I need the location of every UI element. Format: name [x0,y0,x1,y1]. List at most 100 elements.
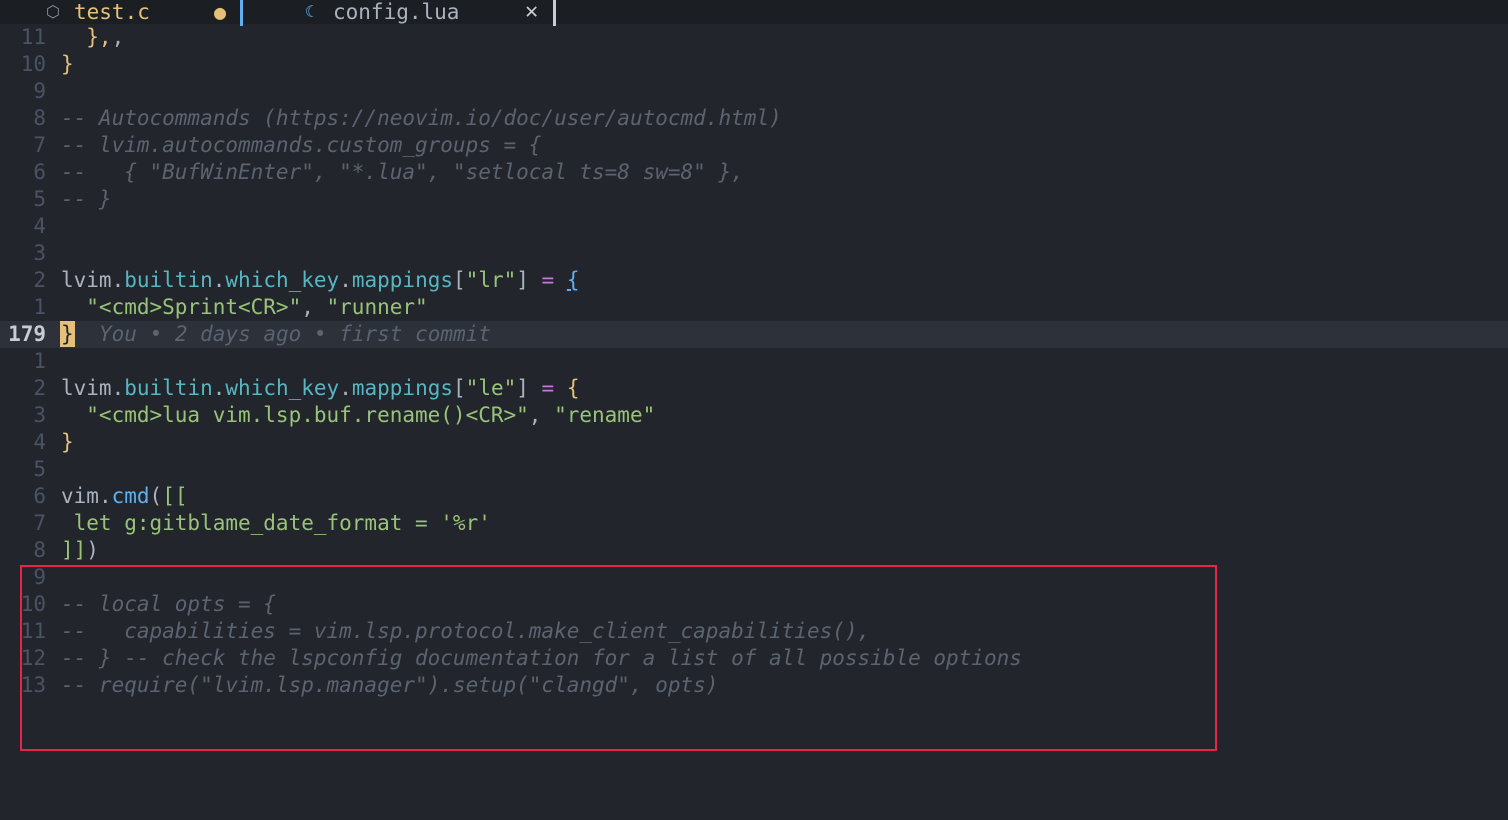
code-line[interactable]: 6 vim.cmd([[ [0,483,1508,510]
code-line[interactable]: 7 -- lvim.autocommands.custom_groups = { [0,132,1508,159]
code-token: [ [453,376,466,400]
tab-test-c[interactable]: ⬡ test.c ● [0,0,245,26]
code-line[interactable]: 13 -- require("lvim.lsp.manager").setup("… [0,672,1508,699]
code-token: -- } [61,187,112,211]
code-line[interactable]: 1 [0,348,1508,375]
code-token: builtin [124,268,213,292]
code-line[interactable]: 4 [0,213,1508,240]
code-token: . [212,268,226,292]
code-token: . [212,376,226,400]
code-token: = [541,376,555,400]
line-number: 7 [33,133,46,157]
code-line[interactable]: 8]]) [0,537,1508,564]
code-line[interactable]: 11 -- capabilities = vim.lsp.protocol.mak… [0,618,1508,645]
code-token: ] [516,268,542,292]
line-number: 9 [33,565,46,589]
code-token: which_key [225,376,340,400]
line-number: 5 [33,457,46,481]
code-line[interactable]: 2 lvim.builtin.which_key.mappings["lr"] =… [0,267,1508,294]
code-line[interactable]: 9 [0,564,1508,591]
code-token: { [566,268,580,292]
code-token: . [111,376,125,400]
code-line[interactable]: 3 "<cmd>lua vim.lsp.buf.rename()<CR>", "… [0,402,1508,429]
code-line[interactable]: 12 -- } -- check the lspconfig documentat… [0,645,1508,672]
tab-bar: ⬡ test.c ● ☾ config.lua ✕ [0,0,1508,26]
close-icon[interactable]: ✕ [525,0,538,24]
line-number: 1 [33,295,46,319]
code-token: vim [61,484,99,508]
code-token: }, [61,25,112,49]
code-token: "<cmd>lua vim.lsp.buf.rename()<CR>" [61,403,529,427]
c-file-icon: ⬡ [46,2,60,21]
line-number: 6 [33,160,46,184]
tab-label: test.c [74,0,150,24]
line-number: 6 [33,484,46,508]
code-token: [[ [162,484,188,508]
line-content: },, [61,24,124,51]
code-token: -- } -- check the lspconfig documentatio… [61,646,1022,670]
line-content: -- require("lvim.lsp.manager").setup("cl… [61,672,718,699]
code-line[interactable]: 1 "<cmd>Sprint<CR>", "runner" [0,294,1508,321]
line-number: 9 [33,79,46,103]
line-content: -- capabilities = vim.lsp.protocol.make_… [61,618,870,645]
line-content: -- { "BufWinEnter", "*.lua", "setlocal t… [61,159,744,186]
code-line[interactable]: 10} [0,51,1508,78]
code-token: { [566,376,580,400]
line-content: ]]) [61,537,99,564]
code-token: . [339,376,352,400]
line-number: 2 [33,376,46,400]
code-line[interactable]: 6 -- { "BufWinEnter", "*.lua", "setlocal … [0,159,1508,186]
code-line[interactable]: 2 lvim.builtin.which_key.mappings["le"] =… [0,375,1508,402]
code-line[interactable]: 3 [0,240,1508,267]
tab-config-lua[interactable]: ☾ config.lua ✕ [245,0,558,26]
line-content: -- } [61,186,112,213]
code-token: . [339,268,352,292]
tab-separator [553,0,556,26]
line-content: -- } -- check the lspconfig documentatio… [61,645,1022,672]
line-number: 5 [33,187,46,211]
line-number: 3 [33,403,46,427]
code-line[interactable]: 9 [0,78,1508,105]
code-token: "rename" [554,403,656,427]
code-line[interactable]: 4} [0,429,1508,456]
code-token: "lr" [465,268,517,292]
code-token: mappings [351,268,454,292]
code-token: . [98,484,112,508]
code-line[interactable]: 5 -- } [0,186,1508,213]
code-line[interactable]: 8 -- Autocommands (https://neovim.io/doc/… [0,105,1508,132]
code-line[interactable]: 11 },, [0,24,1508,51]
code-token: lvim [61,268,112,292]
line-number: 7 [33,511,46,535]
code-line[interactable]: 7 let g:gitblame_date_format = '%r' [0,510,1508,537]
code-line[interactable]: 5 [0,456,1508,483]
code-token: builtin [124,376,213,400]
code-token: [ [453,268,466,292]
code-token: } [61,430,74,454]
code-editor[interactable]: ⬡ test.c ● ☾ config.lua ✕ 11 },, 10} 9 8 -- … [0,0,1508,820]
line-content: lvim.builtin.which_key.mappings["lr"] = … [61,267,580,294]
line-content: } [61,429,74,456]
code-token: lvim [61,376,112,400]
line-number: 2 [33,268,46,292]
code-area[interactable]: 11 },, 10} 9 8 -- Autocommands (https://neov… [0,24,1508,820]
lua-file-icon: ☾ [305,2,315,21]
line-content: "<cmd>Sprint<CR>", "runner" [61,294,428,321]
line-number: 10 [20,592,46,616]
line-number: 3 [33,241,46,265]
code-token: "runner" [326,295,428,319]
line-content: vim.cmd([[ [61,483,187,510]
code-token: cmd [111,484,150,508]
line-number: 1 [33,349,46,373]
modified-indicator-icon: ● [214,0,227,24]
code-token: -- { "BufWinEnter", "*.lua", "setlocal t… [61,160,744,184]
tab-label: config.lua [333,0,460,24]
code-token: ( [149,484,163,508]
code-token: -- require("lvim.lsp.manager").setup("cl… [61,673,719,697]
line-number: 13 [20,673,46,697]
code-line[interactable]: 179} You • 2 days ago • first commit [0,321,1508,348]
code-line[interactable]: 10 -- local opts = { [0,591,1508,618]
line-content: lvim.builtin.which_key.mappings["le"] = … [61,375,580,402]
code-token: let g:gitblame_date_format = '%r' [61,511,491,535]
line-number: 4 [33,214,46,238]
